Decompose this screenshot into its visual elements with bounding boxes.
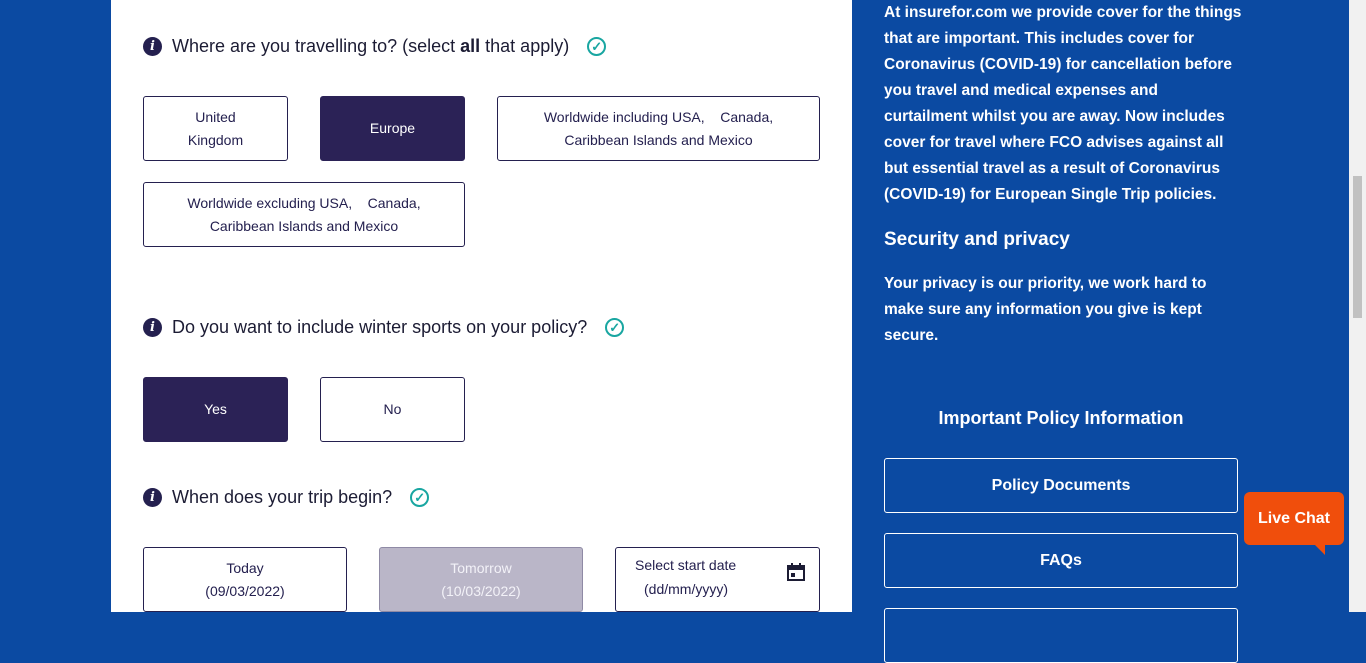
main-form-panel: i Where are you travelling to? (select a… xyxy=(111,0,852,612)
winter-sports-yes-button[interactable]: Yes xyxy=(143,377,288,442)
option-worldwide-including-usa[interactable]: Worldwide including USA, Canada, Caribbea… xyxy=(497,96,820,161)
info-icon[interactable]: i xyxy=(143,37,162,56)
start-date-format: (dd/mm/yyyy) xyxy=(644,581,728,597)
option-worldwide-excluding-usa[interactable]: Worldwide excluding USA, Canada, Caribbea… xyxy=(143,182,465,247)
question-destination: i Where are you travelling to? (select a… xyxy=(143,36,607,57)
scrollbar-thumb[interactable] xyxy=(1353,176,1362,318)
option-united-kingdom[interactable]: United Kingdom xyxy=(143,96,288,161)
policy-info-heading: Important Policy Information xyxy=(938,408,1184,428)
start-tomorrow-button[interactable]: Tomorrow (10/03/2022) xyxy=(379,547,583,612)
security-text: Your privacy is our priority, we work ha… xyxy=(884,275,1207,344)
more-info-button[interactable] xyxy=(884,608,1238,663)
check-circle-icon: ✓ xyxy=(605,318,625,337)
check-circle-icon: ✓ xyxy=(410,488,430,507)
security-heading: Security and privacy xyxy=(884,229,1070,250)
start-date-placeholder: Select start date xyxy=(635,557,737,573)
info-icon[interactable]: i xyxy=(143,318,162,337)
live-chat-tail xyxy=(1313,543,1325,555)
page-scrollbar[interactable] xyxy=(1349,0,1366,612)
start-date-input[interactable]: Select start date (dd/mm/yyyy) xyxy=(615,547,820,612)
question-destination-text: Where are you travelling to? (select all… xyxy=(172,36,570,56)
check-circle-icon: ✓ xyxy=(587,37,607,56)
start-today-button[interactable]: Today (09/03/2022) xyxy=(143,547,347,612)
policy-documents-button[interactable]: Policy Documents xyxy=(884,458,1238,513)
question-trip-start: i When does your trip begin? ✓ xyxy=(143,487,430,508)
calendar-icon[interactable] xyxy=(787,563,805,581)
question-winter-sports: i Do you want to include winter sports o… xyxy=(143,317,625,338)
faqs-button[interactable]: FAQs xyxy=(884,533,1238,588)
live-chat-button[interactable]: Live Chat xyxy=(1244,492,1344,545)
question-trip-start-text: When does your trip begin? xyxy=(172,487,393,507)
cover-info-text: At insurefor.com we provide cover for th… xyxy=(884,4,1242,203)
question-winter-sports-text: Do you want to include winter sports on … xyxy=(172,317,588,337)
info-icon[interactable]: i xyxy=(143,488,162,507)
option-europe[interactable]: Europe xyxy=(320,96,465,161)
winter-sports-no-button[interactable]: No xyxy=(320,377,465,442)
